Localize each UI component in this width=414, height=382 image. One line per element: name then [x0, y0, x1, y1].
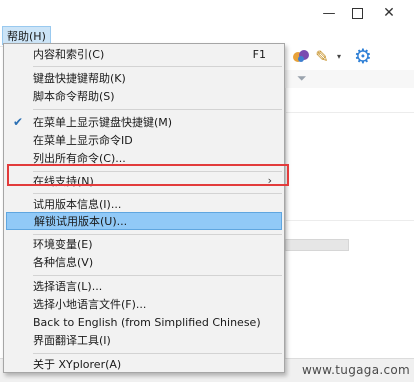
menu-item-label: 在线支持(N)	[33, 175, 94, 188]
menu-item-translation-tool[interactable]: 界面翻译工具(I)	[6, 332, 282, 350]
menu-item-select-language[interactable]: 选择语言(L)...	[6, 278, 282, 296]
menu-item-various-info[interactable]: 各种信息(V)	[6, 254, 282, 272]
gear-icon[interactable]: ⚙	[351, 44, 375, 68]
menu-item-label: 列出所有命令(C)...	[33, 152, 126, 165]
menu-item-script-commands-help[interactable]: 脚本命令帮助(S)	[6, 88, 282, 106]
filter-bar: ⏷	[285, 70, 414, 89]
close-button[interactable]: ✕	[378, 4, 400, 22]
scroll-track[interactable]	[285, 239, 349, 251]
menu-item-label: 在菜单上显示键盘快捷键(M)	[33, 116, 173, 129]
wand-icon[interactable]: ✎	[311, 44, 333, 68]
menu-item-online-support[interactable]: 在线支持(N) ›	[6, 173, 282, 191]
maximize-icon	[351, 7, 363, 19]
menu-item-list-all-commands[interactable]: 列出所有命令(C)...	[6, 150, 282, 168]
menu-separator	[33, 353, 282, 354]
maximize-button[interactable]	[346, 4, 368, 22]
menu-item-label: 键盘快捷键帮助(K)	[33, 72, 126, 85]
row-divider	[285, 112, 414, 113]
menu-item-label: 选择小地语言文件(F)...	[33, 298, 147, 311]
menu-item-keyboard-shortcuts-help[interactable]: 键盘快捷键帮助(K)	[6, 70, 282, 88]
menu-separator	[33, 109, 282, 110]
menu-item-label: 在菜单上显示命令ID	[33, 134, 133, 147]
menu-item-label: 各种信息(V)	[33, 256, 94, 269]
menu-item-select-language-file[interactable]: 选择小地语言文件(F)...	[6, 296, 282, 314]
menu-item-about[interactable]: 关于 XYplorer(A)	[6, 356, 282, 374]
menu-item-label: 环境变量(E)	[33, 238, 93, 251]
menu-item-environment-variables[interactable]: 环境变量(E)	[6, 236, 282, 254]
menu-item-label: 界面翻译工具(I)	[33, 334, 111, 347]
menu-item-label: 关于 XYplorer(A)	[33, 358, 122, 371]
check-icon: ✔	[13, 115, 24, 129]
chevron-down-icon[interactable]: ▾	[334, 44, 344, 68]
menu-item-show-command-ids[interactable]: 在菜单上显示命令ID	[6, 132, 282, 150]
title-bar: — ✕	[0, 0, 414, 26]
toolbar: ✎ ▾ ⚙	[285, 44, 414, 70]
app-window: — ✕ 帮助(H) ✎ ▾ ⚙ ⏷ www.tugaga.com 内容和索引(C…	[0, 0, 414, 382]
row-divider	[285, 220, 414, 221]
menu-item-contents-index[interactable]: 内容和索引(C) F1	[6, 46, 282, 64]
menu-item-label: 选择语言(L)...	[33, 280, 103, 293]
close-icon: ✕	[383, 5, 395, 21]
minimize-button[interactable]: —	[318, 4, 340, 22]
watermark: www.tugaga.com	[301, 363, 410, 377]
menu-item-label: Back to English (from Simplified Chinese…	[33, 316, 261, 329]
menu-item-show-shortcuts-in-menus[interactable]: ✔ 在菜单上显示键盘快捷键(M)	[6, 114, 282, 132]
menu-item-label: 内容和索引(C)	[33, 48, 105, 61]
menu-item-label: 试用版本信息(I)...	[33, 198, 122, 211]
help-menu-dropdown: 内容和索引(C) F1 键盘快捷键帮助(K) 脚本命令帮助(S) ✔ 在菜单上显…	[3, 43, 285, 373]
menu-separator	[33, 193, 282, 194]
menu-item-label: 脚本命令帮助(S)	[33, 90, 115, 103]
menu-item-shortcut: F1	[252, 48, 266, 61]
menu-item-unlock-trial[interactable]: 解锁试用版本(U)...	[6, 212, 282, 230]
menu-separator	[33, 171, 282, 172]
menu-item-label: 解锁试用版本(U)...	[34, 215, 128, 228]
menu-separator	[33, 275, 282, 276]
filter-icon[interactable]: ⏷	[297, 71, 307, 86]
minimize-icon: —	[322, 5, 336, 21]
pane-divider	[285, 88, 286, 358]
menu-item-back-to-english[interactable]: Back to English (from Simplified Chinese…	[6, 314, 282, 332]
menu-separator	[33, 66, 282, 67]
package-icon[interactable]	[290, 44, 312, 68]
chevron-right-icon: ›	[267, 174, 272, 187]
menu-separator	[33, 234, 282, 235]
